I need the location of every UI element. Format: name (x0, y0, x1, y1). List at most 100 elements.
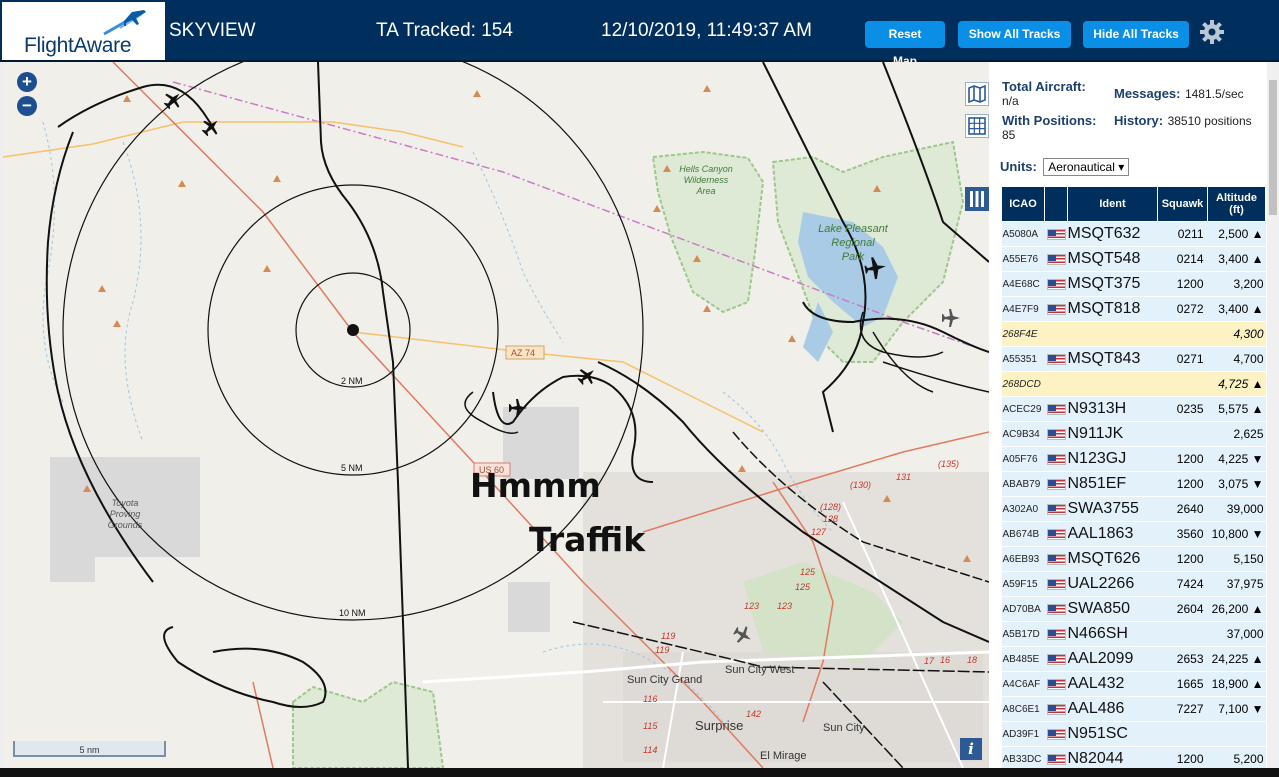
place-toyota-2: Proving (110, 509, 141, 519)
altitude-cell: 3,400 ▲ (1207, 246, 1266, 272)
table-row[interactable]: A6EB93 MSQT626 1200 5,150 (1001, 546, 1266, 572)
ring-label-2nm: 2 NM (341, 376, 363, 386)
ident-cell: AAL1863 (1067, 521, 1158, 547)
stat-label: Total Aircraft: (1002, 79, 1086, 94)
icao-cell: A6EB93 (1001, 546, 1045, 572)
table-row[interactable]: 268DCD 4,725 ▲ (1001, 371, 1266, 397)
units-label: Units: (1000, 159, 1037, 174)
flightaware-logo[interactable]: FlightAware (2, 2, 165, 60)
altitude-cell: 37,000 (1207, 621, 1266, 647)
table-row[interactable]: AB674B AAL1863 3560 10,800 ▼ (1001, 521, 1266, 547)
squawk-cell (1157, 421, 1208, 447)
map-layers-button[interactable] (965, 82, 989, 106)
table-row[interactable]: A8C6E1 AAL486 7227 7,100 ▼ (1001, 696, 1266, 722)
table-row[interactable]: 268F4E 4,300 (1001, 321, 1266, 347)
hide-all-tracks-button[interactable]: Hide All Tracks (1083, 21, 1189, 48)
flag-cell (1044, 521, 1068, 547)
gear-icon[interactable] (1199, 19, 1225, 45)
flag-cell (1044, 471, 1068, 497)
col-ident[interactable]: Ident (1067, 186, 1158, 222)
stat-messages: Messages: 1481.5/sec (1114, 87, 1244, 102)
flag-cell (1044, 321, 1068, 347)
icao-cell: 268F4E (1001, 321, 1045, 347)
flag-cell (1044, 421, 1068, 447)
icao-cell: AB674B (1001, 521, 1045, 547)
header-bar: FlightAware SKYVIEW TA Tracked: 154 12/1… (0, 0, 1279, 68)
table-row[interactable]: A4E68C MSQT375 1200 3,200 (1001, 271, 1266, 297)
road-label: (130) (850, 480, 871, 490)
table-row[interactable]: A4C6AF AAL432 1665 18,900 ▲ (1001, 671, 1266, 697)
table-row[interactable]: ABAB79 N851EF 1200 3,075 ▼ (1001, 471, 1266, 497)
flag-cell (1044, 346, 1068, 372)
road-label: 16 (940, 655, 950, 665)
ring-label-5nm: 5 NM (341, 463, 363, 473)
table-row[interactable]: A55E76 MSQT548 0214 3,400 ▲ (1001, 246, 1266, 272)
altitude-cell: 4,725 ▲ (1207, 371, 1266, 397)
place-hells-canyon-1: Hells Canyon (679, 164, 733, 174)
road-label: 119 (661, 631, 675, 641)
altitude-cell (1207, 721, 1266, 747)
icao-cell: A59F15 (1001, 571, 1045, 597)
place-surprise: Surprise (695, 718, 743, 733)
col-squawk[interactable]: Squawk (1157, 186, 1208, 222)
flag-cell (1044, 721, 1068, 747)
columns-icon (970, 191, 984, 207)
table-row[interactable]: A302A0 SWA3755 2640 39,000 (1001, 496, 1266, 522)
ident-cell: MSQT626 (1067, 546, 1158, 572)
zoom-in-button[interactable]: + (17, 72, 37, 92)
show-all-tracks-button[interactable]: Show All Tracks (958, 21, 1071, 48)
skyview-app: FlightAware SKYVIEW TA Tracked: 154 12/1… (0, 0, 1279, 777)
col-flag[interactable] (1044, 186, 1068, 222)
ident-cell: N466SH (1067, 621, 1158, 647)
scrollbar-thumb[interactable] (1269, 80, 1277, 215)
map-view[interactable]: 2 NM 5 NM 10 NM Hells Canyon Wilderness … (3, 62, 989, 768)
ident-cell: SWA3755 (1067, 496, 1158, 522)
col-icao[interactable]: ICAO (1001, 186, 1045, 222)
place-hells-canyon-2: Wilderness (684, 175, 729, 185)
table-row[interactable]: A4E7F9 MSQT818 0272 3,400 ▲ (1001, 296, 1266, 322)
logo-plane-icon (103, 10, 146, 36)
col-altitude[interactable]: Altitude (ft) (1207, 186, 1266, 222)
table-row[interactable]: A5080A MSQT632 0211 2,500 ▲ (1001, 221, 1266, 247)
icao-cell: 268DCD (1001, 371, 1045, 397)
grid-toggle-button[interactable] (965, 114, 989, 138)
table-row[interactable]: AC9B34 N911JK 2,625 (1001, 421, 1266, 447)
reset-map-button[interactable]: Reset Map (865, 21, 945, 68)
tracked-count: TA Tracked: 154 (376, 20, 513, 41)
place-toyota-3: Grounds (108, 520, 143, 530)
flag-cell (1044, 571, 1068, 597)
altitude-cell: 5,150 (1207, 546, 1266, 572)
ident-cell: MSQT548 (1067, 246, 1158, 272)
table-row[interactable]: AD39F1 N951SC (1001, 721, 1266, 747)
panel-scrollbar[interactable] (1267, 62, 1279, 768)
info-button[interactable]: i (960, 738, 982, 760)
icao-cell: A4E68C (1001, 271, 1045, 297)
icao-cell: A55351 (1001, 346, 1045, 372)
map-icon (968, 84, 986, 104)
icao-cell: A302A0 (1001, 496, 1045, 522)
road-label: 128 (823, 514, 838, 524)
squawk-cell: 0272 (1157, 296, 1208, 322)
us-flag-icon (1046, 254, 1066, 266)
altitude-cell: 2,500 ▲ (1207, 221, 1266, 247)
squawk-cell: 2604 (1157, 596, 1208, 622)
flag-cell (1044, 646, 1068, 672)
road-label: 123 (777, 601, 792, 611)
columns-toggle-button[interactable] (965, 187, 989, 211)
table-row[interactable]: A5B17D N466SH 37,000 (1001, 621, 1266, 647)
table-row[interactable]: A59F15 UAL2266 7424 37,975 (1001, 571, 1266, 597)
altitude-cell: 39,000 (1207, 496, 1266, 522)
table-row[interactable]: AB485E AAL2099 2653 24,225 ▲ (1001, 646, 1266, 672)
units-select[interactable]: Aeronautical ▾ (1043, 158, 1130, 176)
ident-cell (1067, 371, 1158, 397)
table-row[interactable]: A55351 MSQT843 0271 4,700 (1001, 346, 1266, 372)
table-row[interactable]: A05F76 N123GJ 1200 4,225 ▼ (1001, 446, 1266, 472)
table-row[interactable]: ACEC29 N9313H 0235 5,575 ▲ (1001, 396, 1266, 422)
icao-cell: AC9B34 (1001, 421, 1045, 447)
table-row[interactable]: AD70BA SWA850 2604 26,200 ▲ (1001, 596, 1266, 622)
aircraft-panel: Total Aircraft: n/a Messages: 1481.5/sec… (989, 62, 1279, 768)
flag-cell (1044, 396, 1068, 422)
table-row[interactable]: AB33DC N82044 1200 5,200 (1001, 746, 1266, 768)
altitude-cell: 37,975 (1207, 571, 1266, 597)
zoom-out-button[interactable]: − (17, 96, 37, 116)
